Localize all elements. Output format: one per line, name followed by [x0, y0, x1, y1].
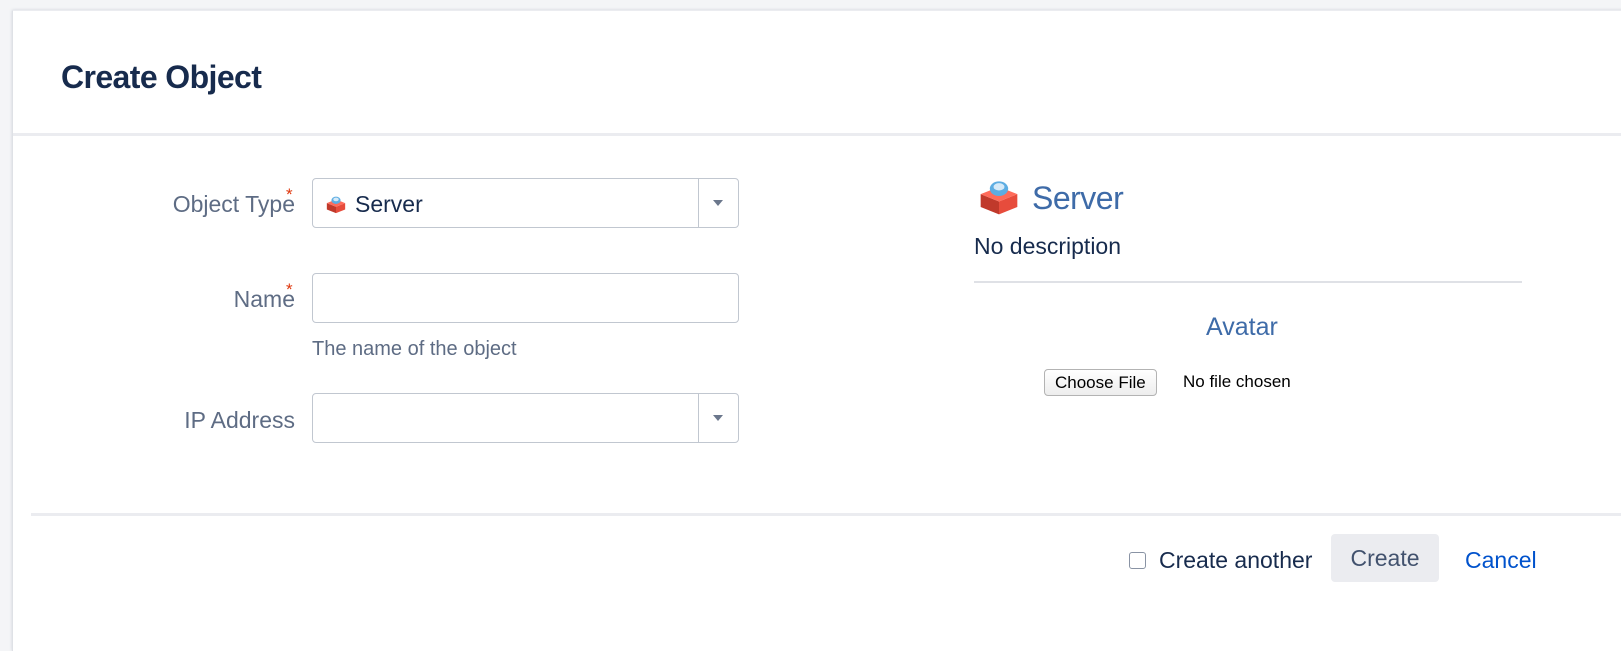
object-type-dropdown-button[interactable] — [698, 179, 738, 227]
preview-title: Server — [1032, 180, 1124, 216]
ip-address-select[interactable] — [312, 393, 739, 443]
object-type-label: Object Type — [173, 191, 295, 218]
ip-address-label: IP Address — [184, 407, 295, 434]
object-type-required-marker: * — [286, 185, 293, 204]
preview-description: No description — [974, 233, 1122, 259]
preview-divider — [974, 281, 1522, 283]
no-file-chosen-text: No file chosen — [1183, 372, 1291, 391]
server-box-icon — [326, 196, 346, 214]
avatar-heading: Avatar — [1206, 313, 1278, 341]
dialog-title: Create Object — [61, 59, 262, 95]
server-box-icon — [980, 181, 1018, 215]
object-type-select[interactable]: Server — [312, 178, 739, 228]
name-help-text: The name of the object — [312, 338, 517, 360]
ip-address-dropdown-button[interactable] — [698, 394, 738, 442]
ip-address-label-text: IP Address — [184, 407, 295, 433]
name-required-marker: * — [286, 280, 293, 299]
name-input[interactable] — [312, 273, 739, 323]
object-type-label-text: Object Type — [172, 191, 295, 217]
create-button[interactable]: Create — [1331, 534, 1439, 582]
create-another-checkbox[interactable] — [1129, 552, 1146, 569]
object-type-value: Server — [355, 191, 423, 217]
footer-divider — [31, 513, 1621, 516]
dialog-header: Create Object — [13, 11, 1621, 136]
choose-file-button[interactable]: Choose File — [1044, 369, 1157, 396]
chevron-down-icon — [713, 415, 723, 421]
cancel-link[interactable]: Cancel — [1465, 547, 1537, 574]
create-another-label[interactable]: Create another — [1159, 547, 1312, 574]
create-object-dialog: Create Object Object Type * Server Name … — [12, 10, 1621, 651]
chevron-down-icon — [713, 200, 723, 206]
